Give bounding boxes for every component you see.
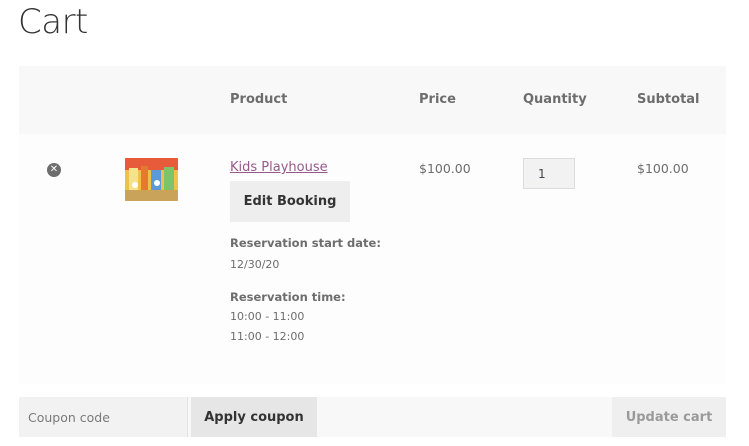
quantity-input[interactable]: [523, 158, 575, 189]
cart-table-header: Product Price Quantity Subtotal: [19, 66, 726, 134]
reservation-time-slot: 10:00 - 11:00: [230, 310, 305, 323]
reservation-start-label: Reservation start date:: [230, 236, 381, 250]
reservation-time-slot: 11:00 - 12:00: [230, 330, 305, 343]
update-cart-button[interactable]: Update cart: [612, 397, 726, 437]
page-title: Cart: [18, 2, 88, 42]
reservation-start-value: 12/30/20: [230, 258, 280, 271]
product-thumbnail[interactable]: [125, 158, 178, 201]
reservation-time-label: Reservation time:: [230, 290, 346, 304]
header-price: Price: [419, 92, 456, 107]
cart-actions: Apply coupon Update cart: [19, 397, 726, 437]
header-quantity: Quantity: [523, 92, 587, 107]
edit-booking-button[interactable]: Edit Booking: [230, 181, 350, 222]
apply-coupon-button[interactable]: Apply coupon: [191, 397, 317, 437]
remove-item-icon[interactable]: ✕: [47, 163, 61, 177]
cart-table: Product Price Quantity Subtotal ✕ Kids P…: [19, 66, 726, 384]
item-subtotal: $100.00: [637, 161, 689, 176]
coupon-code-input[interactable]: [19, 397, 188, 437]
product-name-link[interactable]: Kids Playhouse: [230, 160, 328, 175]
kids-playhouse-image: [125, 158, 178, 201]
header-subtotal: Subtotal: [637, 92, 700, 107]
item-price: $100.00: [419, 161, 471, 176]
header-product: Product: [230, 92, 288, 107]
